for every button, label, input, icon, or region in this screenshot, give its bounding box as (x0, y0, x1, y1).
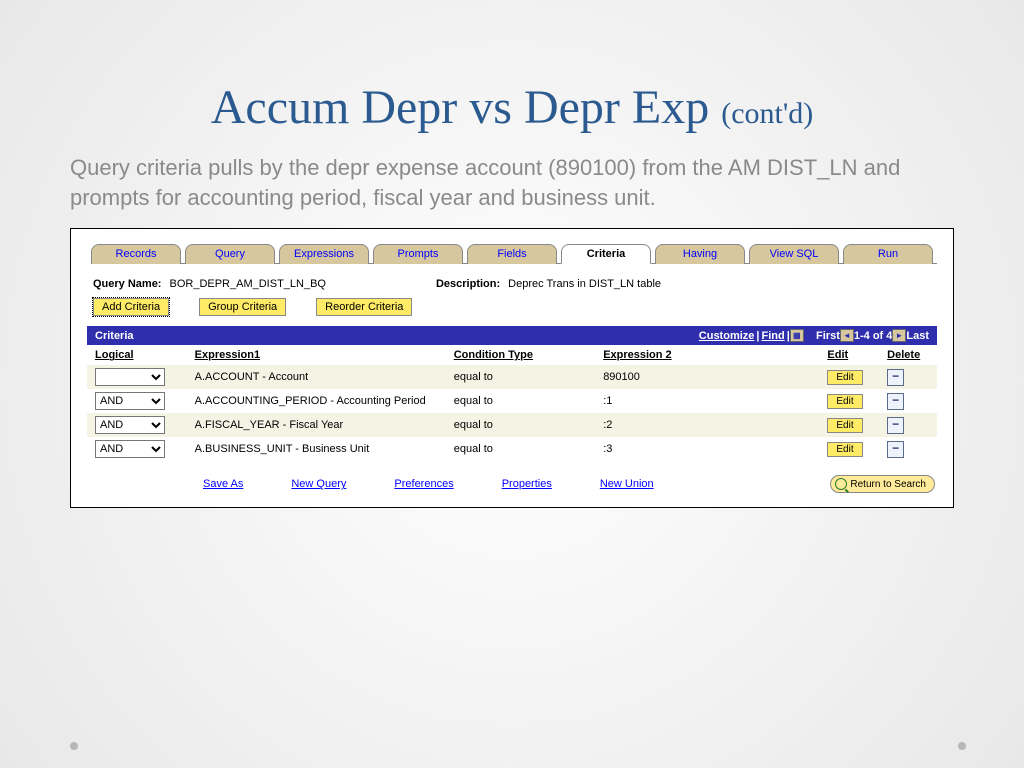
title-main: Accum Depr vs Depr Exp (211, 81, 722, 134)
tab-fields[interactable]: Fields (467, 244, 557, 264)
delete-icon[interactable]: − (887, 441, 904, 458)
page-range: 1-4 of 4 (854, 330, 893, 342)
header-condition-type[interactable]: Condition Type (454, 349, 603, 361)
query-name-label: Query Name: (93, 278, 161, 290)
header-expression1[interactable]: Expression1 (195, 349, 454, 361)
logical-select[interactable]: AND (95, 416, 165, 434)
preferences-link[interactable]: Preferences (394, 478, 453, 490)
edit-button[interactable]: Edit (827, 418, 862, 433)
footer-links: Save As New Query Preferences Properties… (81, 461, 943, 497)
cell-expr2: 890100 (603, 371, 827, 383)
last-link[interactable]: Last (906, 330, 929, 342)
cell-cond: equal to (454, 395, 603, 407)
new-query-link[interactable]: New Query (291, 478, 346, 490)
cell-expr2: :2 (603, 419, 827, 431)
delete-icon[interactable]: − (887, 369, 904, 386)
pager-dot (70, 742, 78, 750)
logical-select[interactable] (95, 368, 165, 386)
subtitle-text: Query criteria pulls by the depr expense… (70, 153, 954, 212)
cell-cond: equal to (454, 443, 603, 455)
header-expression2[interactable]: Expression 2 (603, 349, 827, 361)
query-panel: Records Query Expressions Prompts Fields… (70, 228, 954, 508)
edit-button[interactable]: Edit (827, 394, 862, 409)
tab-prompts[interactable]: Prompts (373, 244, 463, 264)
edit-button[interactable]: Edit (827, 370, 862, 385)
grid-download-icon[interactable]: ▦ (790, 329, 804, 342)
description-label: Description: (436, 278, 500, 290)
prev-page-icon[interactable]: ◄ (840, 329, 854, 342)
criteria-grid-bar: Criteria Customize | Find | ▦ First ◄ 1-… (87, 326, 937, 345)
delete-icon[interactable]: − (887, 417, 904, 434)
new-union-link[interactable]: New Union (600, 478, 654, 490)
cell-expr1: A.ACCOUNT - Account (195, 371, 454, 383)
slide-pager (70, 742, 966, 750)
cell-cond: equal to (454, 371, 603, 383)
properties-link[interactable]: Properties (502, 478, 552, 490)
table-row: AND A.FISCAL_YEAR - Fiscal Year equal to… (87, 413, 937, 437)
query-info-row: Query Name: BOR_DEPR_AM_DIST_LN_BQ Descr… (93, 278, 931, 290)
customize-link[interactable]: Customize (699, 330, 755, 342)
find-link[interactable]: Find (761, 330, 784, 342)
next-page-icon[interactable]: ► (892, 329, 906, 342)
criteria-grid: Logical Expression1 Condition Type Expre… (87, 345, 937, 461)
first-link[interactable]: First (816, 330, 840, 342)
tab-expressions[interactable]: Expressions (279, 244, 369, 264)
tab-strip: Records Query Expressions Prompts Fields… (91, 243, 937, 264)
add-criteria-button[interactable]: Add Criteria (93, 298, 169, 316)
header-delete: Delete (887, 349, 937, 361)
description-value: Deprec Trans in DIST_LN table (508, 278, 661, 290)
logical-select[interactable]: AND (95, 440, 165, 458)
page-title: Accum Depr vs Depr Exp (cont'd) (70, 80, 954, 135)
cell-expr1: A.ACCOUNTING_PERIOD - Accounting Period (195, 395, 454, 407)
cell-expr1: A.BUSINESS_UNIT - Business Unit (195, 443, 454, 455)
table-row: A.ACCOUNT - Account equal to 890100 Edit… (87, 365, 937, 389)
cell-expr2: :1 (603, 395, 827, 407)
criteria-bar-title: Criteria (95, 330, 697, 342)
cell-expr2: :3 (603, 443, 827, 455)
tab-view-sql[interactable]: View SQL (749, 244, 839, 264)
cell-expr1: A.FISCAL_YEAR - Fiscal Year (195, 419, 454, 431)
table-row: AND A.BUSINESS_UNIT - Business Unit equa… (87, 437, 937, 461)
grid-header: Logical Expression1 Condition Type Expre… (87, 345, 937, 365)
tab-query[interactable]: Query (185, 244, 275, 264)
title-suffix: (cont'd) (721, 97, 813, 130)
tab-run[interactable]: Run (843, 244, 933, 264)
tab-records[interactable]: Records (91, 244, 181, 264)
logical-select[interactable]: AND (95, 392, 165, 410)
group-criteria-button[interactable]: Group Criteria (199, 298, 286, 316)
cell-cond: equal to (454, 419, 603, 431)
return-to-search-button[interactable]: Return to Search (830, 475, 935, 493)
delete-icon[interactable]: − (887, 393, 904, 410)
criteria-button-row: Add Criteria Group Criteria Reorder Crit… (93, 298, 943, 316)
pager-dot (958, 742, 966, 750)
header-logical[interactable]: Logical (87, 349, 195, 361)
table-row: AND A.ACCOUNTING_PERIOD - Accounting Per… (87, 389, 937, 413)
search-icon (835, 478, 847, 490)
reorder-criteria-button[interactable]: Reorder Criteria (316, 298, 412, 316)
edit-button[interactable]: Edit (827, 442, 862, 457)
query-name-value: BOR_DEPR_AM_DIST_LN_BQ (169, 278, 326, 290)
header-edit: Edit (827, 349, 887, 361)
save-as-link[interactable]: Save As (203, 478, 243, 490)
tab-having[interactable]: Having (655, 244, 745, 264)
tab-criteria[interactable]: Criteria (561, 244, 651, 264)
